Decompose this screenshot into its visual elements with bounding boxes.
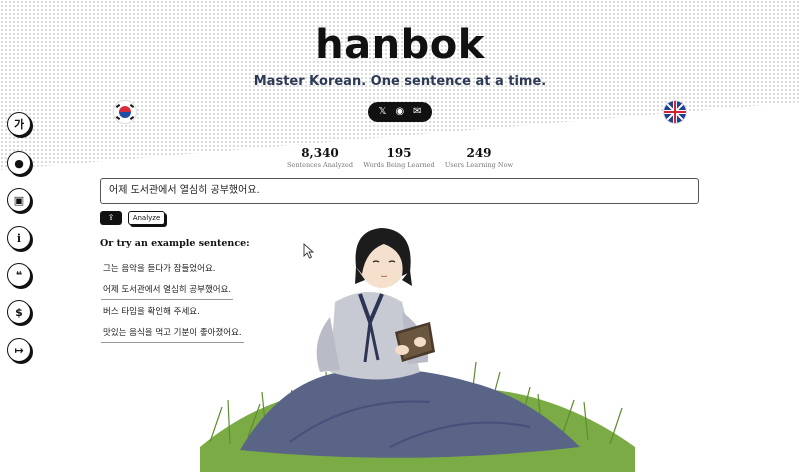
dollar-icon[interactable]: $: [7, 300, 31, 324]
hanbok-skirt: [240, 368, 580, 458]
korean-flag-icon[interactable]: [114, 101, 136, 123]
user-icon[interactable]: ●: [7, 151, 31, 175]
hanbok-girl-illustration: [200, 228, 635, 472]
x-icon[interactable]: 𝕏: [378, 102, 386, 122]
chat-icon[interactable]: ❝: [7, 263, 31, 287]
hangul-icon[interactable]: 가: [7, 112, 31, 136]
social-links: 𝕏 ◉ ✉: [368, 102, 432, 122]
stat-label: Users Learning Now: [444, 161, 514, 169]
stat-users: 249 Users Learning Now: [429, 146, 529, 169]
page-title: hanbok: [315, 22, 485, 68]
logout-icon[interactable]: ↦: [7, 338, 31, 362]
upload-button[interactable]: ⇪: [100, 211, 122, 225]
flashcards-icon[interactable]: ▣: [7, 188, 31, 212]
tagline: Master Korean. One sentence at a time.: [253, 74, 547, 89]
uk-flag-icon[interactable]: [664, 101, 686, 123]
analyze-button[interactable]: Analyze: [128, 211, 165, 225]
sentence-input[interactable]: 어제 도서관에서 열심히 공부했어요.: [100, 178, 699, 204]
mail-icon[interactable]: ✉: [413, 102, 421, 122]
stat-value: 249: [466, 146, 492, 160]
github-icon[interactable]: ◉: [395, 102, 404, 122]
info-icon[interactable]: i: [7, 226, 31, 250]
